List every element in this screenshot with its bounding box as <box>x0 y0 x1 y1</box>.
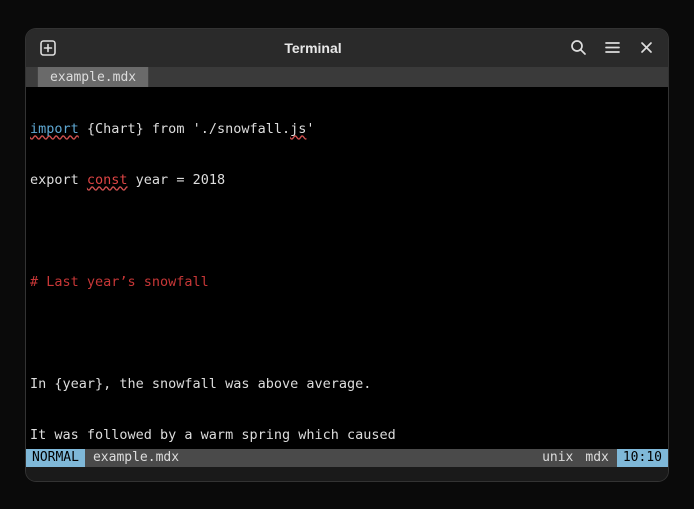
tab-example[interactable]: example.mdx <box>38 67 149 87</box>
status-info: unix mdx <box>534 449 617 467</box>
close-button[interactable] <box>630 32 662 64</box>
code-line <box>30 223 664 240</box>
search-button[interactable] <box>562 32 594 64</box>
tab-label: example.mdx <box>50 70 136 85</box>
search-icon <box>570 39 587 56</box>
hamburger-icon <box>604 39 621 56</box>
close-icon <box>639 40 654 55</box>
vim-mode: NORMAL <box>26 449 85 467</box>
terminal-window: Terminal example.mdx <box>26 29 668 481</box>
plus-box-icon <box>39 39 57 57</box>
tab-gutter <box>26 67 38 87</box>
status-filetype: mdx <box>585 450 608 465</box>
status-bar: NORMAL example.mdx unix mdx 10:10 <box>26 449 668 467</box>
tab-bar: example.mdx <box>26 67 668 87</box>
window-title: Terminal <box>64 40 562 56</box>
code-line: # Last year’s snowfall <box>30 274 664 291</box>
editor-area[interactable]: import {Chart} from './snowfall.js' expo… <box>26 87 668 449</box>
code-line: import {Chart} from './snowfall.js' <box>30 121 664 138</box>
status-encoding: unix <box>542 450 573 465</box>
code-line: export const year = 2018 <box>30 172 664 189</box>
menu-button[interactable] <box>596 32 628 64</box>
cursor-position: 10:10 <box>617 449 668 467</box>
code-line: In {year}, the snowfall was above averag… <box>30 376 664 393</box>
titlebar: Terminal <box>26 29 668 67</box>
window-footer <box>26 467 668 481</box>
code-line: It was followed by a warm spring which c… <box>30 427 664 444</box>
new-tab-button[interactable] <box>32 32 64 64</box>
code-line <box>30 325 664 342</box>
status-filename: example.mdx <box>85 449 187 467</box>
